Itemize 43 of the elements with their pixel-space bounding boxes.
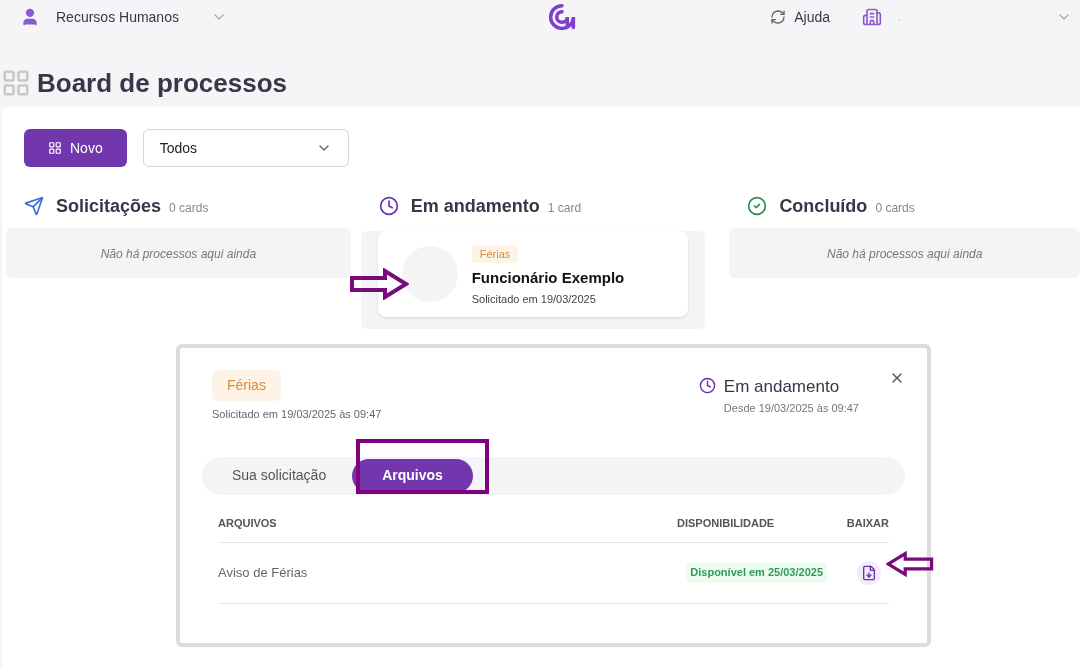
tab[interactable]: Arquivos bbox=[352, 458, 473, 493]
column-header: DISPONIBILIDADE bbox=[677, 515, 776, 531]
category-tag: Férias bbox=[212, 370, 281, 401]
request-date: Solicitado em 19/03/2025 às 09:47 bbox=[212, 407, 382, 422]
help-link[interactable]: Ajuda bbox=[794, 6, 830, 28]
annotation-arrow bbox=[349, 268, 409, 300]
empty-message: Não há processos aqui ainda bbox=[825, 246, 984, 263]
request-date: Solicitado em 19/03/2025 bbox=[471, 292, 597, 307]
add-grid-icon bbox=[48, 141, 62, 155]
column-title: Concluído bbox=[779, 194, 868, 218]
user-icon bbox=[20, 7, 40, 27]
filter-dropdown[interactable]: Todos bbox=[142, 129, 349, 167]
page-title: Board de processos bbox=[37, 66, 287, 100]
clock-icon bbox=[698, 377, 716, 394]
company-label: . bbox=[898, 10, 902, 25]
status-date: Desde 19/03/2025 às 09:47 bbox=[723, 400, 859, 416]
clock-icon bbox=[378, 196, 399, 216]
column-header: BAIXAR bbox=[845, 515, 889, 531]
column-title: Em andamento bbox=[410, 194, 540, 218]
new-button[interactable]: Novo bbox=[24, 129, 127, 167]
column-title: Solicitações bbox=[56, 194, 162, 218]
check-circle-icon bbox=[747, 196, 768, 216]
file-download-icon bbox=[861, 564, 877, 581]
download-button[interactable] bbox=[857, 560, 881, 585]
send-icon bbox=[24, 196, 44, 216]
category-tag: Férias bbox=[471, 244, 519, 263]
employee-name: Funcionário Exemplo bbox=[471, 267, 625, 288]
column-header: ARQUIVOS bbox=[218, 515, 278, 531]
tab[interactable]: Sua solicitação bbox=[206, 458, 353, 493]
availability-badge: Disponível em 25/03/2025 bbox=[686, 562, 827, 583]
annotation-arrow bbox=[886, 548, 934, 580]
process-card[interactable]: Férias Funcionário Exemplo Solicitado em 19/03/2025 bbox=[377, 231, 689, 317]
card-count: 0 cards bbox=[169, 200, 209, 217]
card-count: 0 cards bbox=[875, 200, 915, 217]
empty-message: Não há processos aqui ainda bbox=[99, 246, 258, 263]
card-count: 1 card bbox=[547, 200, 582, 217]
status-label: Em andamento bbox=[723, 376, 841, 398]
building-icon bbox=[862, 7, 882, 27]
logo-icon bbox=[548, 3, 576, 31]
board-icon bbox=[1, 68, 31, 98]
file-name: Aviso de Férias bbox=[218, 563, 309, 582]
help-icon[interactable] bbox=[770, 9, 787, 25]
department-label: Recursos Humanos bbox=[56, 7, 179, 27]
